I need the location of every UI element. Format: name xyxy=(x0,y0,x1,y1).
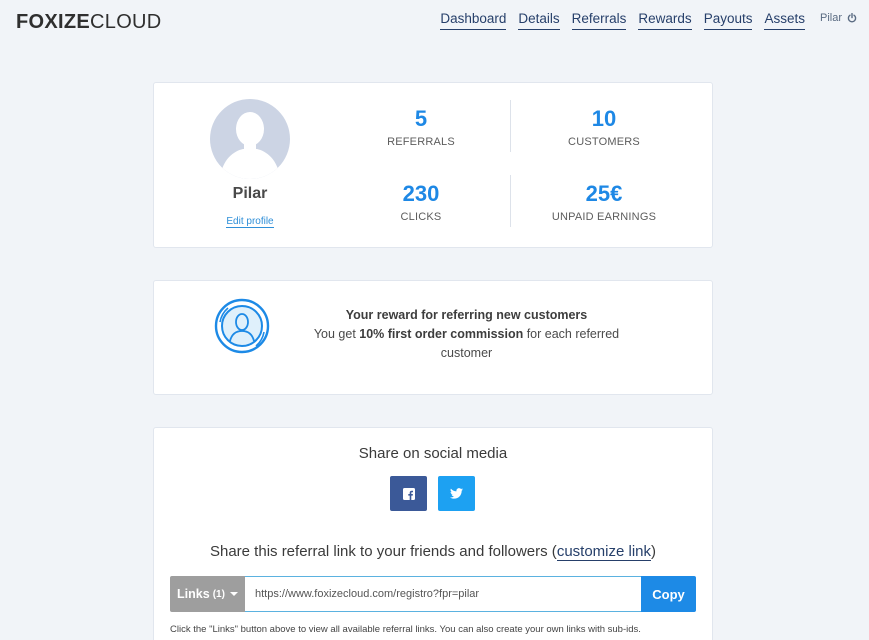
user-name: Pilar xyxy=(819,12,842,24)
user-menu: Pilar xyxy=(820,11,857,24)
share-title: Share on social media xyxy=(358,445,508,462)
profile-card: Pilar Edit profile 5 REFERRALS 10 CUSTOM… xyxy=(153,82,713,248)
share-card: Share on social media Share this referra… xyxy=(153,427,713,640)
links-label: Links xyxy=(177,587,210,601)
stat-customers-value: 10 xyxy=(591,106,617,131)
top-bar: FOXIZECLOUD Dashboard Details Referrals … xyxy=(0,0,869,44)
reward-description: Your reward for referring new customers … xyxy=(294,306,639,363)
caret-down-icon xyxy=(229,592,238,596)
reward-card: Your reward for referring new customers … xyxy=(153,280,713,395)
nav-referrals[interactable]: Referrals xyxy=(571,11,627,30)
twitter-icon xyxy=(450,488,463,499)
stat-clicks-value: 230 xyxy=(402,181,440,206)
reward-pre: You get xyxy=(313,327,360,341)
referral-link-title: Share this referral link to your friends… xyxy=(154,543,712,561)
twitter-share-button[interactable] xyxy=(438,476,475,511)
edit-profile-link[interactable]: Edit profile xyxy=(226,216,274,228)
stat-divider-bottom xyxy=(510,175,511,227)
reward-highlight: 10% first order commission xyxy=(359,327,524,341)
nav-payouts[interactable]: Payouts xyxy=(703,11,753,30)
referral-url-input[interactable] xyxy=(245,576,641,612)
edit-profile-wrap: Edit profile xyxy=(200,216,300,228)
profile-name: Pilar xyxy=(232,185,268,202)
avatar xyxy=(210,99,290,179)
referral-link-row: Links(1) Copy xyxy=(170,576,696,612)
facebook-icon xyxy=(402,487,415,500)
nav-assets[interactable]: Assets xyxy=(764,11,805,30)
logo-light-text: CLOUD xyxy=(90,11,162,33)
referral-help-text: Click the "Links" button above to view a… xyxy=(170,624,641,635)
power-icon[interactable] xyxy=(847,13,857,23)
referral-link-close: ) xyxy=(651,543,657,560)
stat-customers-label: CUSTOMERS xyxy=(568,136,640,149)
stat-unpaid-value: 25€ xyxy=(585,181,623,206)
logo-bold-text: FOXIZE xyxy=(16,11,91,33)
stat-unpaid: 25€ UNPAID EARNINGS xyxy=(534,181,674,224)
user-silhouette-icon xyxy=(220,112,280,179)
stat-clicks-label: CLICKS xyxy=(400,211,442,224)
main-nav: Dashboard Details Referrals Rewards Payo… xyxy=(428,11,857,30)
stat-referrals-label: REFERRALS xyxy=(387,136,455,149)
customize-link[interactable]: customize link xyxy=(556,543,652,561)
links-dropdown-button[interactable]: Links (1) xyxy=(170,576,245,612)
nav-details[interactable]: Details xyxy=(518,11,560,30)
facebook-share-button[interactable] xyxy=(390,476,427,511)
links-count: (1) xyxy=(212,588,225,600)
nav-rewards[interactable]: Rewards xyxy=(638,11,692,30)
stat-customers: 10 CUSTOMERS xyxy=(534,106,674,149)
stat-referrals-value: 5 xyxy=(414,106,428,131)
stat-unpaid-label: UNPAID EARNINGS xyxy=(551,211,657,224)
reward-body: You get 10% first order commission for e… xyxy=(294,325,639,363)
stat-referrals: 5 REFERRALS xyxy=(351,106,491,149)
copy-button[interactable]: Copy xyxy=(641,576,696,612)
logo[interactable]: FOXIZECLOUD xyxy=(16,11,162,34)
referral-link-text: Share this referral link to your friends… xyxy=(209,543,557,560)
coin-icon xyxy=(214,298,270,354)
stat-divider-top xyxy=(510,100,511,152)
stat-clicks: 230 CLICKS xyxy=(351,181,491,224)
reward-title: Your reward for referring new customers xyxy=(345,308,588,322)
nav-dashboard[interactable]: Dashboard xyxy=(440,11,507,30)
